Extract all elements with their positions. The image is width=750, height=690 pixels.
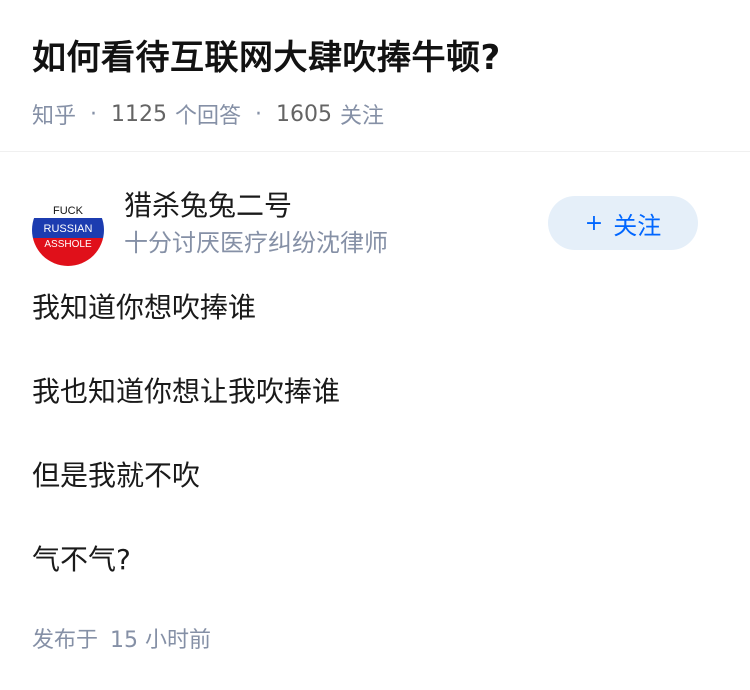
follower-count: 1605 <box>276 101 333 127</box>
follow-button[interactable]: + 关注 <box>548 196 698 250</box>
author-name[interactable]: 猎杀兔兔二号 <box>124 188 388 224</box>
avatar[interactable]: FUCK RUSSIAN ASSHOLE <box>32 194 104 266</box>
answer-paragraph: 我也知道你想让我吹捧谁 <box>32 375 341 408</box>
answer-footer: 发布于 15 小时前 <box>32 622 211 654</box>
answer-count: 1125 <box>111 101 168 127</box>
published-time: 15 小时前 <box>110 628 212 653</box>
avatar-text-top: FUCK <box>53 205 84 217</box>
question-title[interactable]: 如何看待互联网大肆吹捧牛顿? <box>32 34 718 82</box>
follower-count-label: 关注 <box>340 104 385 129</box>
avatar-text-mid: RUSSIAN <box>44 223 93 235</box>
answer-content: 我知道你想吹捧谁 我也知道你想让我吹捧谁 但是我就不吹 气不气? <box>0 276 750 580</box>
question-header: 如何看待互联网大肆吹捧牛顿? 知乎 · 1125 个回答 · 1605 关注 <box>0 0 750 152</box>
published-label: 发布于 <box>32 628 99 653</box>
answer-paragraph: 但是我就不吹 <box>32 459 201 492</box>
follow-button-label: 关注 <box>613 211 662 240</box>
meta-separator: · <box>90 101 98 127</box>
answer-count-label: 个回答 <box>175 104 242 129</box>
question-meta: 知乎 · 1125 个回答 · 1605 关注 <box>32 98 718 130</box>
author-info: 猎杀兔兔二号 十分讨厌医疗纠纷沈律师 <box>124 188 388 260</box>
meta-separator: · <box>255 101 263 127</box>
plus-icon: + <box>584 210 604 236</box>
answer-paragraph: 我知道你想吹捧谁 <box>32 291 257 324</box>
author-bio: 十分讨厌医疗纠纷沈律师 <box>124 229 388 257</box>
source-label[interactable]: 知乎 <box>32 98 76 130</box>
answer-paragraph: 气不气? <box>32 543 131 576</box>
author-card: FUCK RUSSIAN ASSHOLE 猎杀兔兔二号 十分讨厌医疗纠纷沈律师 … <box>0 152 750 276</box>
avatar-text-bottom: ASSHOLE <box>44 239 92 250</box>
